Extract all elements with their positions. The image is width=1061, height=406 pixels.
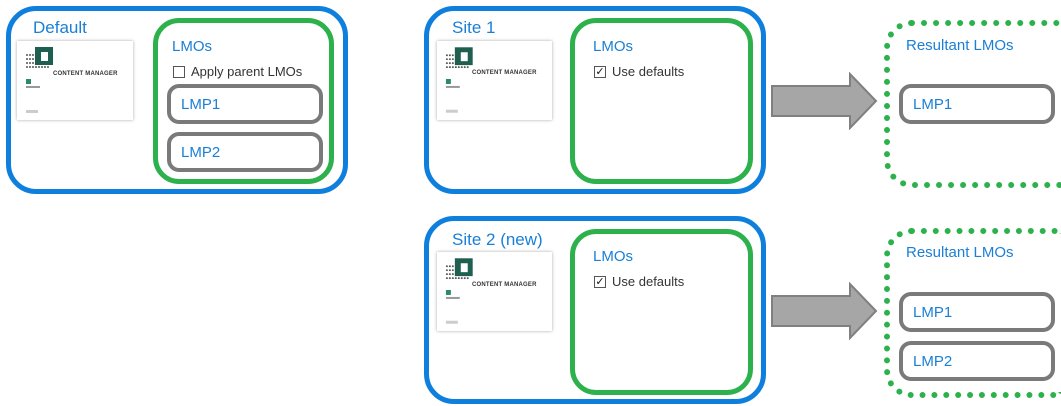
default-lmp-2: LMP2 — [167, 132, 323, 172]
site1-lmos-title: LMOs — [593, 38, 634, 55]
result2-title: Resultant LMOs — [906, 244, 1014, 261]
site2-use-defaults-row[interactable]: ✓ Use defaults — [594, 274, 684, 289]
use-defaults-label: Use defaults — [612, 64, 685, 79]
default-lmos-title: LMOs — [172, 38, 213, 55]
content-manager-logo-icon — [445, 47, 473, 113]
apply-parent-lmos-checkbox[interactable] — [173, 65, 185, 78]
result1-title: Resultant LMOs — [906, 37, 1014, 54]
content-manager-logo-icon — [445, 258, 473, 324]
use-defaults-label: Use defaults — [612, 274, 685, 289]
site1-logo-text: CONTENT MANAGER — [472, 70, 537, 76]
site1-title: Site 1 — [452, 18, 496, 37]
site1-use-defaults-row[interactable]: ✓ Use defaults — [594, 64, 684, 79]
use-defaults-checkbox[interactable]: ✓ — [594, 65, 606, 78]
result2-lmp-2: LMP2 — [899, 341, 1055, 381]
use-defaults-checkbox[interactable]: ✓ — [594, 275, 606, 288]
default-apply-parent-row[interactable]: Apply parent LMOs — [173, 64, 302, 79]
apply-parent-lmos-label: Apply parent LMOs — [191, 64, 303, 79]
default-logo-card — [17, 41, 133, 120]
site2-logo-text: CONTENT MANAGER — [472, 282, 537, 288]
arrow-right-icon — [771, 72, 878, 130]
site2-logo-card — [437, 252, 552, 331]
site2-title: Site 2 (new) — [452, 230, 543, 249]
content-manager-logo-icon — [26, 47, 53, 113]
site1-logo-card — [437, 41, 552, 120]
default-lmp-1: LMP1 — [167, 84, 323, 124]
arrow-right-icon — [771, 282, 878, 340]
default-logo-text: CONTENT MANAGER — [53, 71, 118, 77]
default-site-title: Default — [33, 18, 87, 37]
site2-lmos-title: LMOs — [593, 248, 634, 265]
result1-lmp-1: LMP1 — [899, 84, 1055, 124]
result2-lmp-1: LMP1 — [899, 292, 1055, 332]
